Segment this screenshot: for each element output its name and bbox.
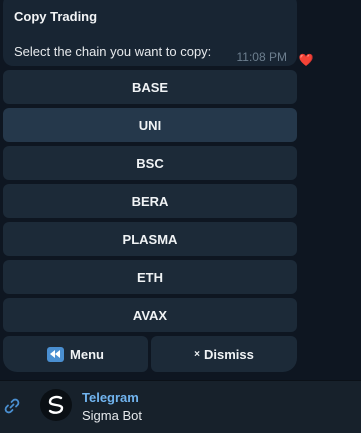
menu-button[interactable]: Menu (3, 336, 148, 372)
message-title: Copy Trading (14, 9, 98, 24)
message-bubble: Copy Trading Select the chain you want t… (3, 0, 297, 66)
chain-button-bsc[interactable]: BSC (3, 146, 297, 180)
footer-subtitle: Sigma Bot (82, 408, 142, 423)
dismiss-button[interactable]: × Dismiss (151, 336, 297, 372)
menu-label: Menu (70, 346, 104, 362)
message-time: 11:08 PM (236, 50, 287, 64)
chain-button-eth[interactable]: ETH (3, 260, 297, 294)
button-label: BASE (131, 79, 169, 95)
button-label: UNI (138, 117, 162, 133)
close-icon: × (194, 348, 200, 360)
chain-button-uni[interactable]: UNI (3, 108, 297, 142)
button-label: AVAX (132, 307, 168, 323)
chain-button-bera[interactable]: BERA (3, 184, 297, 218)
button-label: ETH (137, 269, 163, 285)
heart-reaction-icon[interactable]: ❤️ (297, 52, 315, 68)
chain-button-base[interactable]: BASE (3, 70, 297, 104)
dismiss-label: Dismiss (203, 346, 254, 362)
button-label: PLASMA (122, 231, 178, 247)
link-icon[interactable] (2, 396, 22, 416)
button-label: BSC (136, 155, 164, 171)
button-label: BERA (131, 193, 169, 209)
message-text: Select the chain you want to copy: (14, 44, 212, 59)
rewind-icon (47, 346, 65, 362)
avatar[interactable] (40, 389, 72, 421)
sigma-logo-icon (48, 395, 64, 414)
chain-button-avax[interactable]: AVAX (3, 298, 297, 332)
footer-title[interactable]: Telegram (82, 390, 139, 405)
chain-button-plasma[interactable]: PLASMA (3, 222, 297, 256)
